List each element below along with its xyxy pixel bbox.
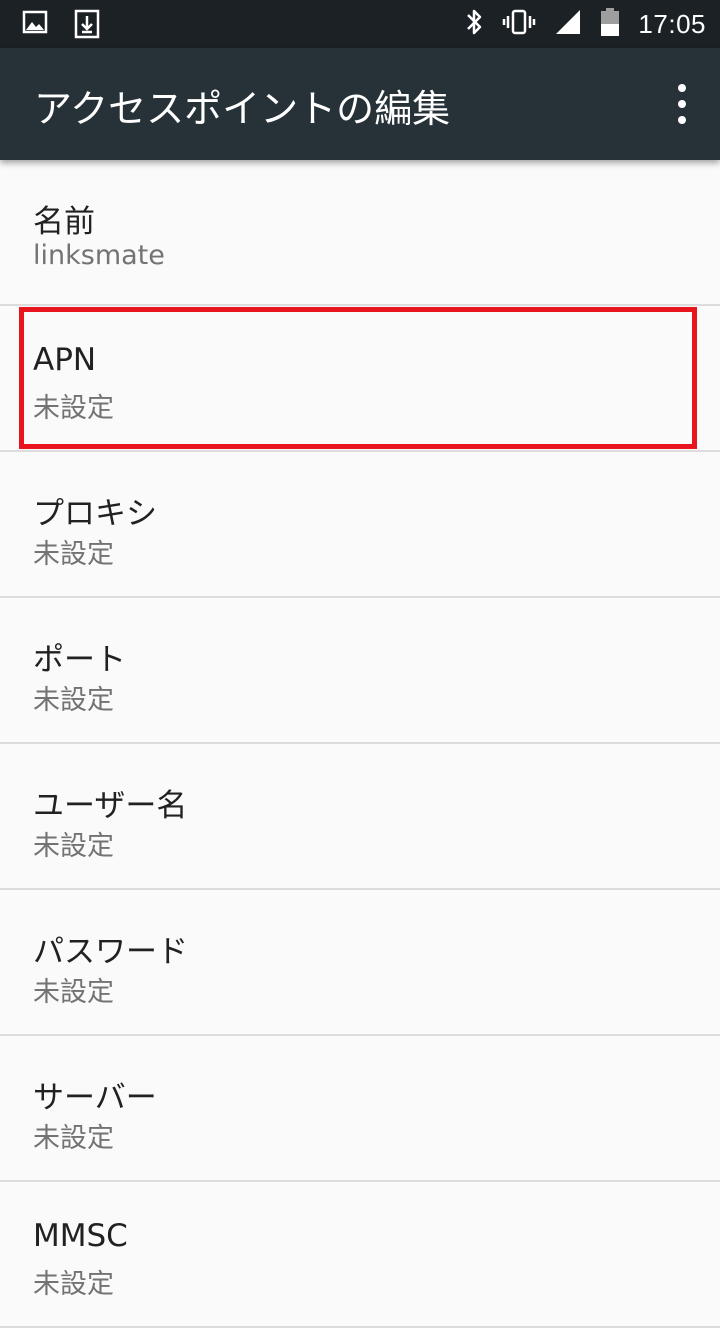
pref-title: ポート [33,642,126,678]
pref-title: サーバー [33,1080,157,1116]
overflow-dot [678,84,686,92]
pref-item-password[interactable]: パスワード 未設定 [0,890,720,1036]
pref-item-server[interactable]: サーバー 未設定 [0,1036,720,1182]
pref-summary: linksmate [33,240,165,271]
signal-icon [554,8,582,40]
pref-summary: 未設定 [33,831,114,862]
pref-item-mmsc[interactable]: MMSC 未設定 [0,1182,720,1328]
vibrate-icon [502,8,536,40]
pref-title: ユーザー名 [33,788,188,824]
pref-item-username[interactable]: ユーザー名 未設定 [0,744,720,890]
download-icon [74,9,100,43]
app-bar: アクセスポイントの編集 [0,48,720,160]
pref-summary: 未設定 [33,539,114,570]
pref-item-port[interactable]: ポート 未設定 [0,598,720,744]
pref-summary: 未設定 [33,1269,114,1300]
pref-summary: 未設定 [33,1123,114,1154]
pref-title: MMSC [33,1218,128,1254]
battery-icon [600,7,620,41]
overflow-dot [678,100,686,108]
pref-summary: 未設定 [33,977,114,1008]
pref-title: パスワード [33,934,188,970]
status-bar: 17:05 [0,0,720,48]
pref-title: 名前 [33,204,95,240]
pref-item-proxy[interactable]: プロキシ 未設定 [0,452,720,598]
apn-settings-list: 名前 linksmate APN 未設定 プロキシ 未設定 ポート 未設定 ユー… [0,160,720,1328]
more-vert-icon[interactable] [670,84,694,124]
pref-title: APN [33,342,97,378]
notification-icons [22,9,100,43]
pref-summary: 未設定 [33,393,114,424]
system-icons: 17:05 [464,7,706,41]
pref-title: プロキシ [33,496,157,532]
pref-item-apn[interactable]: APN 未設定 [0,306,720,452]
image-icon [22,9,48,43]
pref-summary: 未設定 [33,685,114,716]
overflow-dot [678,116,686,124]
page-title: アクセスポイントの編集 [34,87,451,131]
pref-item-name[interactable]: 名前 linksmate [0,160,720,306]
bluetooth-icon [464,7,484,41]
status-time: 17:05 [638,8,706,39]
